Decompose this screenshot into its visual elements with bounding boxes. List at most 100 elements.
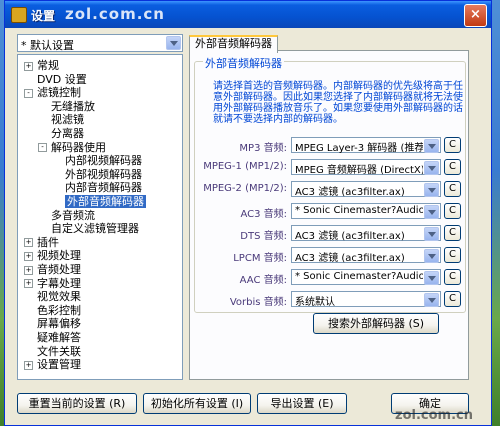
tree-item-label: 插件 xyxy=(37,235,59,249)
decoder-select[interactable]: AC3 滤镜 (ac3filter.ax) xyxy=(291,181,441,198)
tree-item[interactable]: + 音频处理 xyxy=(24,263,81,277)
tree-item-label: DVD 设置 xyxy=(37,72,87,86)
tree-item[interactable]: 分离器 xyxy=(38,127,84,141)
tree-item[interactable]: + 常规 xyxy=(24,59,59,73)
decoder-select-value: AC3 滤镜 (ac3filter.ax) xyxy=(295,187,405,198)
tree-item-label: 自定义滤镜管理器 xyxy=(51,222,139,236)
tree-item-label: 视滤镜 xyxy=(51,113,84,127)
settings-window: 设置 zol.com.cn × * 默认设置 + 常规 DVD 设置 - 滤镜控制 无缝播… xyxy=(4,0,492,426)
init-all-button[interactable]: 初始化所有设置 (I) xyxy=(143,393,251,414)
description-text: 请选择首选的音频解码器。内部解码器的优先级将高于任意外部解码器。因此如果您选择了… xyxy=(213,81,463,125)
tree-item[interactable]: 外部视频解码器 xyxy=(52,168,142,182)
decoder-config-button[interactable]: C xyxy=(444,159,461,175)
expand-icon[interactable]: + xyxy=(24,279,33,289)
tree-item-label: 音频处理 xyxy=(37,263,81,276)
collapse-icon[interactable]: - xyxy=(38,143,47,153)
decoder-type-label: MPEG-1 (MP1/2): xyxy=(203,161,287,172)
decoder-config-button[interactable]: C xyxy=(444,269,461,285)
tree-item[interactable]: 疑难解答 xyxy=(24,331,81,345)
tree-item-label: 解码器使用 xyxy=(51,140,106,154)
decoder-type-label: MP3 音频: xyxy=(239,143,287,154)
chevron-down-icon[interactable] xyxy=(424,183,439,197)
tree-item-label: 视频处理 xyxy=(37,249,81,263)
tree-item[interactable]: 色彩控制 xyxy=(24,304,81,318)
decoder-select-value: AC3 滤镜 (ac3filter.ax) xyxy=(295,253,405,264)
decoder-config-button[interactable]: C xyxy=(444,181,461,197)
row-label-wrap: LPCM 音频: xyxy=(187,247,287,264)
decoder-config-button[interactable]: C xyxy=(444,225,461,241)
decoder-select-value: MPEG Layer-3 解码器 (推荐) xyxy=(295,143,423,154)
decoder-type-label: MPEG-2 (MP1/2): xyxy=(203,183,287,194)
decoder-select[interactable]: 系统默认 xyxy=(291,291,441,308)
settings-tree[interactable]: + 常规 DVD 设置 - 滤镜控制 无缝播放 视滤镜 分离器 - 解码器使用 内部视频解码器 外部视… xyxy=(17,54,183,380)
decoder-config-button[interactable]: C xyxy=(444,203,461,219)
tab-external-audio-decoder[interactable]: 外部音频解码器 xyxy=(189,35,278,53)
tree-item[interactable]: - 滤镜控制 xyxy=(24,86,81,100)
expand-icon[interactable]: + xyxy=(24,360,33,370)
tree-item[interactable]: 自定义滤镜管理器 xyxy=(38,222,139,236)
tree-item[interactable]: 多音频流 xyxy=(38,209,95,223)
tree-item[interactable]: + 设置管理 xyxy=(24,358,81,372)
chevron-down-icon[interactable] xyxy=(166,36,181,50)
tree-item[interactable]: 外部音频解码器 xyxy=(52,195,146,209)
tree-item-label: 疑难解答 xyxy=(37,331,81,344)
expand-icon[interactable]: + xyxy=(24,61,33,71)
decoder-type-label: AAC 音频: xyxy=(239,275,287,286)
reset-current-button[interactable]: 重置当前的设置 (R) xyxy=(17,393,137,414)
window-title: 设置 xyxy=(31,9,56,23)
decoder-config-button[interactable]: C xyxy=(444,247,461,263)
tree-item[interactable]: - 解码器使用 xyxy=(38,141,106,155)
tree-item[interactable]: 屏幕偏移 xyxy=(24,317,81,331)
tree-item[interactable]: 视滤镜 xyxy=(38,113,84,127)
tree-item-label: 外部视频解码器 xyxy=(65,167,142,181)
row-label-wrap: DTS 音频: xyxy=(187,225,287,242)
tree-item[interactable]: 内部音频解码器 xyxy=(52,181,142,195)
chevron-down-icon[interactable] xyxy=(424,227,439,241)
decoder-config-button[interactable]: C xyxy=(444,291,461,307)
tree-item[interactable]: + 插件 xyxy=(24,236,59,250)
tree-item[interactable]: + 字幕处理 xyxy=(24,277,81,291)
decoder-select[interactable]: AC3 滤镜 (ac3filter.ax) xyxy=(291,225,441,242)
tree-item[interactable]: 视觉效果 xyxy=(24,290,81,304)
decoder-select[interactable]: MPEG 音频解码器 (DirectX) xyxy=(291,159,441,176)
chevron-down-icon[interactable] xyxy=(424,293,439,307)
row-label-wrap: AC3 音频: xyxy=(187,203,287,220)
tree-item[interactable]: 文件关联 xyxy=(24,345,81,359)
tree-item[interactable]: DVD 设置 xyxy=(24,73,87,87)
row-label-wrap: MPEG-1 (MP1/2): xyxy=(187,159,287,175)
decoder-select[interactable]: * Sonic Cinemaster?Audio Deco xyxy=(291,203,441,219)
chevron-down-icon[interactable] xyxy=(424,161,439,175)
tree-item-label: 视觉效果 xyxy=(37,290,81,304)
decoder-select-value: * Sonic Cinemaster?Audio Deco xyxy=(295,271,423,282)
decoder-type-label: Vorbis 音频: xyxy=(229,297,287,308)
tree-item[interactable]: 无缝播放 xyxy=(38,100,95,114)
tree-item-label: 多音频流 xyxy=(51,208,95,222)
chevron-down-icon[interactable] xyxy=(424,271,439,285)
chevron-down-icon[interactable] xyxy=(424,249,439,263)
decoder-select[interactable]: AC3 滤镜 (ac3filter.ax) xyxy=(291,247,441,264)
chevron-down-icon[interactable] xyxy=(424,139,439,153)
expand-icon[interactable]: + xyxy=(24,251,33,261)
decoder-select-value: MPEG 音频解码器 (DirectX) xyxy=(295,165,423,176)
collapse-icon[interactable]: - xyxy=(24,88,33,98)
expand-icon[interactable]: + xyxy=(24,265,33,275)
tree-item-label: 设置管理 xyxy=(37,358,81,372)
tree-item[interactable]: 内部视频解码器 xyxy=(52,154,142,168)
title-bar[interactable]: 设置 zol.com.cn × xyxy=(5,1,491,28)
search-external-decoders-button[interactable]: 搜索外部解码器 (S) xyxy=(313,313,439,334)
decoder-config-button[interactable]: C xyxy=(444,137,461,153)
profile-combo[interactable]: * 默认设置 xyxy=(17,34,183,52)
close-button[interactable]: × xyxy=(464,4,487,27)
chevron-down-icon[interactable] xyxy=(424,205,439,219)
row-label-wrap: MPEG-2 (MP1/2): xyxy=(187,181,287,197)
tree-item-label: 色彩控制 xyxy=(37,303,81,317)
export-button[interactable]: 导出设置 (E) xyxy=(257,393,347,414)
tree-item-label: 内部音频解码器 xyxy=(65,181,142,195)
decoder-select[interactable]: MPEG Layer-3 解码器 (推荐) xyxy=(291,137,441,154)
decoder-type-label: LPCM 音频: xyxy=(233,253,287,264)
tree-item[interactable]: + 视频处理 xyxy=(24,249,81,263)
decoder-select[interactable]: * Sonic Cinemaster?Audio Deco xyxy=(291,269,441,285)
decoder-select-value: 系统默认 xyxy=(295,297,335,308)
expand-icon[interactable]: + xyxy=(24,238,33,248)
watermark-bottom: zol.com.cn xyxy=(395,408,473,423)
